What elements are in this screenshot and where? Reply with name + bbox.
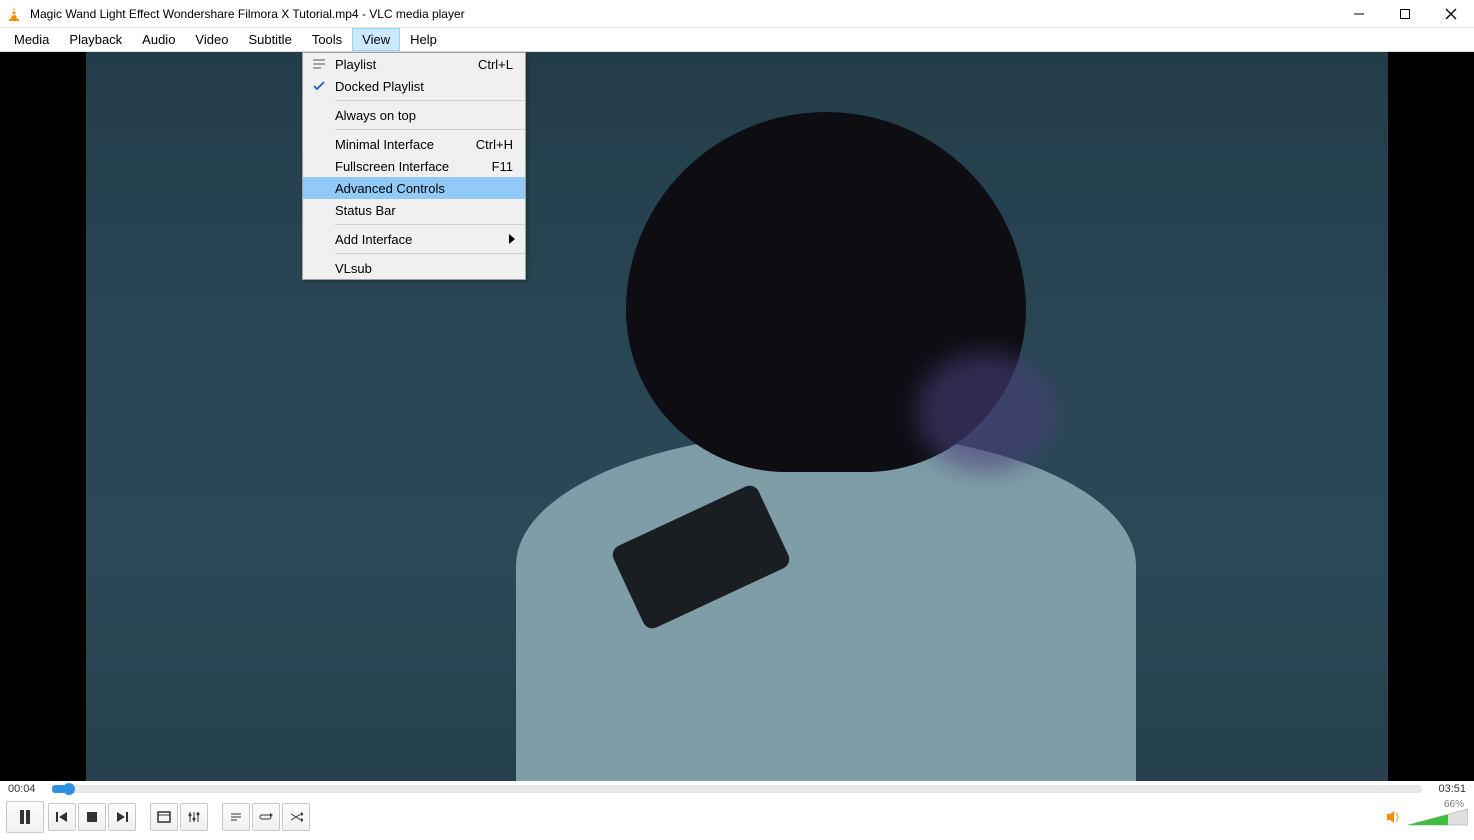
menu-help[interactable]: Help bbox=[400, 28, 447, 51]
stop-button[interactable] bbox=[78, 803, 106, 831]
submenu-arrow-icon bbox=[509, 234, 517, 244]
total-time: 03:51 bbox=[1430, 783, 1466, 795]
menu-item-docked-playlist[interactable]: Docked Playlist bbox=[303, 75, 525, 97]
menu-view[interactable]: View bbox=[352, 28, 400, 51]
previous-button[interactable] bbox=[48, 803, 76, 831]
menu-subtitle[interactable]: Subtitle bbox=[238, 28, 301, 51]
minimize-button[interactable] bbox=[1336, 0, 1382, 28]
volume-area: 66% bbox=[1386, 807, 1468, 827]
seekbar-knob[interactable] bbox=[63, 783, 75, 795]
video-frame bbox=[86, 52, 1388, 781]
close-button[interactable] bbox=[1428, 0, 1474, 28]
view-dropdown: Playlist Ctrl+L Docked Playlist Always o… bbox=[302, 52, 526, 280]
playlist-icon bbox=[303, 58, 335, 70]
menu-separator bbox=[335, 224, 525, 225]
menu-item-playlist[interactable]: Playlist Ctrl+L bbox=[303, 53, 525, 75]
next-button[interactable] bbox=[108, 803, 136, 831]
video-area[interactable] bbox=[0, 52, 1474, 781]
playback-controls: 66% bbox=[0, 797, 1474, 837]
menu-tools[interactable]: Tools bbox=[302, 28, 352, 51]
menu-item-minimal-interface[interactable]: Minimal Interface Ctrl+H bbox=[303, 133, 525, 155]
extended-settings-button[interactable] bbox=[180, 803, 208, 831]
menu-playback[interactable]: Playback bbox=[59, 28, 132, 51]
window-titlebar: Magic Wand Light Effect Wondershare Film… bbox=[0, 0, 1474, 28]
menu-separator bbox=[335, 129, 525, 130]
pause-button[interactable] bbox=[6, 801, 44, 833]
menu-video[interactable]: Video bbox=[185, 28, 238, 51]
menu-item-always-on-top[interactable]: Always on top bbox=[303, 104, 525, 126]
menu-media[interactable]: Media bbox=[4, 28, 59, 51]
menubar: Media Playback Audio Video Subtitle Tool… bbox=[0, 28, 1474, 52]
seekbar-row: 00:04 03:51 bbox=[0, 781, 1474, 797]
window-controls bbox=[1336, 0, 1474, 28]
volume-slider[interactable] bbox=[1408, 807, 1468, 827]
vlc-cone-icon bbox=[6, 6, 22, 22]
menu-item-vlsub[interactable]: VLsub bbox=[303, 257, 525, 279]
check-icon bbox=[303, 80, 335, 92]
shuffle-button[interactable] bbox=[282, 803, 310, 831]
menu-item-status-bar[interactable]: Status Bar bbox=[303, 199, 525, 221]
menu-audio[interactable]: Audio bbox=[132, 28, 185, 51]
seekbar[interactable] bbox=[52, 785, 1422, 793]
menu-item-fullscreen-interface[interactable]: Fullscreen Interface F11 bbox=[303, 155, 525, 177]
speaker-icon[interactable] bbox=[1386, 810, 1402, 824]
toggle-playlist-button[interactable] bbox=[222, 803, 250, 831]
window-title: Magic Wand Light Effect Wondershare Film… bbox=[30, 7, 1336, 21]
fullscreen-button[interactable] bbox=[150, 803, 178, 831]
loop-button[interactable] bbox=[252, 803, 280, 831]
current-time: 00:04 bbox=[8, 783, 44, 795]
menu-separator bbox=[335, 253, 525, 254]
maximize-button[interactable] bbox=[1382, 0, 1428, 28]
menu-separator bbox=[335, 100, 525, 101]
menu-item-advanced-controls[interactable]: Advanced Controls bbox=[303, 177, 525, 199]
menu-item-add-interface[interactable]: Add Interface bbox=[303, 228, 525, 250]
